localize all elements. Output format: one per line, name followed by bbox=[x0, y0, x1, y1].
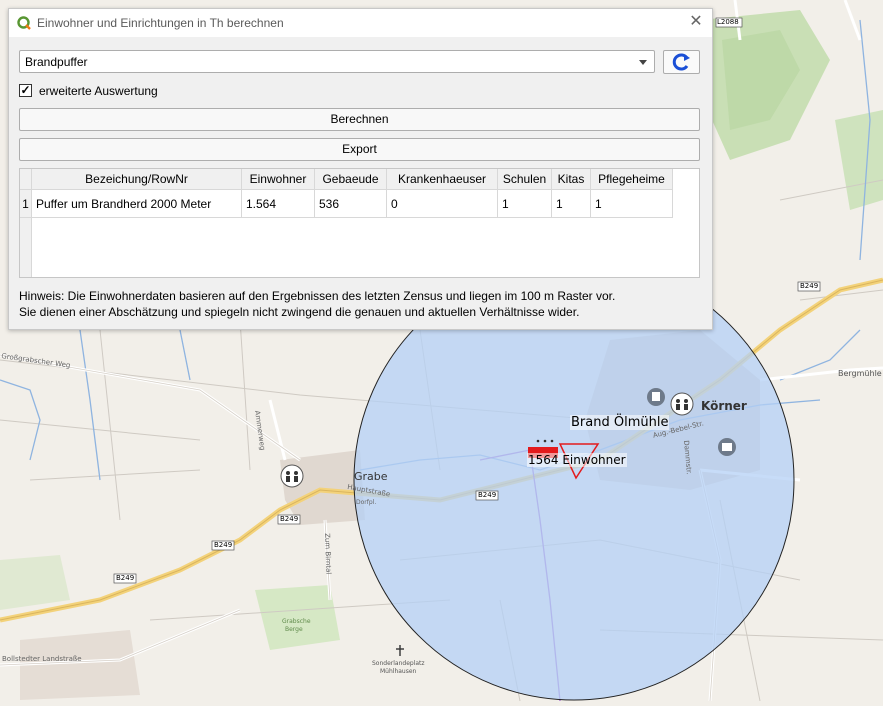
cell-einwohner[interactable]: 1.564 bbox=[241, 189, 315, 218]
extended-analysis-checkbox[interactable]: ✓ bbox=[19, 84, 32, 97]
calculate-button[interactable]: Berechnen bbox=[19, 108, 700, 131]
cemetery-label-line2: Mühlhausen bbox=[380, 668, 417, 675]
close-button[interactable]: ✕ bbox=[688, 14, 704, 30]
column-header-gebaeude[interactable]: Gebaeude bbox=[314, 169, 387, 190]
qgis-logo-icon bbox=[17, 16, 31, 30]
dialog-titlebar[interactable]: Einwohner und Einrichtungen in Th berech… bbox=[9, 9, 712, 37]
column-header-schulen[interactable]: Schulen bbox=[497, 169, 552, 190]
extended-analysis-label: erweiterte Auswertung bbox=[39, 84, 158, 98]
cell-gebaeude[interactable]: 536 bbox=[314, 189, 387, 218]
cell-krankenhaeuser[interactable]: 0 bbox=[386, 189, 498, 218]
road-label-b249-west: B249 bbox=[214, 541, 233, 549]
refresh-icon bbox=[672, 53, 690, 71]
analysis-layer-select[interactable]: Brandpuffer bbox=[19, 50, 655, 73]
cell-bezeichnung[interactable]: Puffer um Brandherd 2000 Meter bbox=[31, 189, 242, 218]
results-grid: Bezeichung/RowNr Einwohner Gebaeude Kran… bbox=[20, 169, 673, 218]
place-label-bergmuehle: Bergmühle bbox=[838, 369, 882, 378]
dialog-window: Einwohner und Einrichtungen in Th berech… bbox=[8, 8, 713, 330]
town-label-korner: Körner bbox=[701, 399, 747, 413]
chevron-down-icon bbox=[639, 60, 647, 65]
table-row[interactable]: 1 Puffer um Brandherd 2000 Meter 1.564 5… bbox=[20, 189, 673, 218]
road-label-b249-center: B249 bbox=[478, 491, 497, 499]
fire-location-label: Brand Ölmühle bbox=[570, 415, 670, 430]
refresh-button[interactable] bbox=[663, 50, 700, 74]
grabsche-label-line1: Grabsche bbox=[282, 618, 311, 625]
meadow-area bbox=[835, 110, 883, 210]
cemetery-label-line1: Sonderlandeplatz bbox=[372, 660, 425, 667]
cell-pflegeheime[interactable]: 1 bbox=[590, 189, 673, 218]
column-header-bezeichnung[interactable]: Bezeichung/RowNr bbox=[31, 169, 242, 190]
street-label-dorfpl: Dorfpl. bbox=[356, 499, 377, 506]
hint-text: Hinweis: Die Einwohnerdaten basieren auf… bbox=[19, 288, 709, 320]
grabe-kita-icon[interactable] bbox=[280, 464, 304, 488]
analysis-layer-value: Brandpuffer bbox=[25, 55, 88, 69]
grabsche-label-line2: Berge bbox=[285, 626, 303, 633]
export-button[interactable]: Export bbox=[19, 138, 700, 161]
hint-line-2: Sie dienen einer Abschätzung und spiegel… bbox=[19, 305, 580, 319]
column-header-kitas[interactable]: Kitas bbox=[551, 169, 591, 190]
row-number[interactable]: 1 bbox=[20, 189, 32, 218]
road-label-b249-grabe: B249 bbox=[280, 515, 299, 523]
road-label-b249-east: B249 bbox=[800, 282, 819, 290]
column-header-einwohner[interactable]: Einwohner bbox=[241, 169, 315, 190]
dialog-title: Einwohner und Einrichtungen in Th berech… bbox=[37, 16, 284, 30]
column-header-krankenhaeuser[interactable]: Krankenhaeuser bbox=[386, 169, 498, 190]
hint-line-1: Hinweis: Die Einwohnerdaten basieren auf… bbox=[19, 289, 616, 303]
village-label-grabe: Grabe bbox=[354, 470, 388, 483]
close-icon: ✕ bbox=[689, 13, 703, 30]
care-home-icon[interactable] bbox=[718, 438, 736, 456]
kita-icon[interactable] bbox=[670, 392, 694, 416]
meadow-area-west bbox=[0, 555, 70, 610]
cell-schulen[interactable]: 1 bbox=[497, 189, 552, 218]
cell-kitas[interactable]: 1 bbox=[551, 189, 591, 218]
road-label-l2088: L2088 bbox=[717, 18, 739, 26]
table-header-row: Bezeichung/RowNr Einwohner Gebaeude Kran… bbox=[20, 169, 673, 190]
street-label-bollstedter: Bollstedter Landstraße bbox=[2, 655, 82, 663]
inhabitants-label: 1564 Einwohner bbox=[527, 453, 627, 467]
cross-icon bbox=[396, 645, 404, 656]
street-label-zum-birntal: Zum Birntal bbox=[323, 533, 333, 575]
results-table[interactable]: Bezeichung/RowNr Einwohner Gebaeude Kran… bbox=[19, 168, 700, 278]
table-corner[interactable] bbox=[20, 169, 32, 190]
road-label-b249-far-west: B249 bbox=[116, 574, 135, 582]
column-header-pflegeheime[interactable]: Pflegeheime bbox=[590, 169, 673, 190]
bollstedt-settlement bbox=[20, 630, 140, 700]
school-icon[interactable] bbox=[647, 388, 665, 406]
